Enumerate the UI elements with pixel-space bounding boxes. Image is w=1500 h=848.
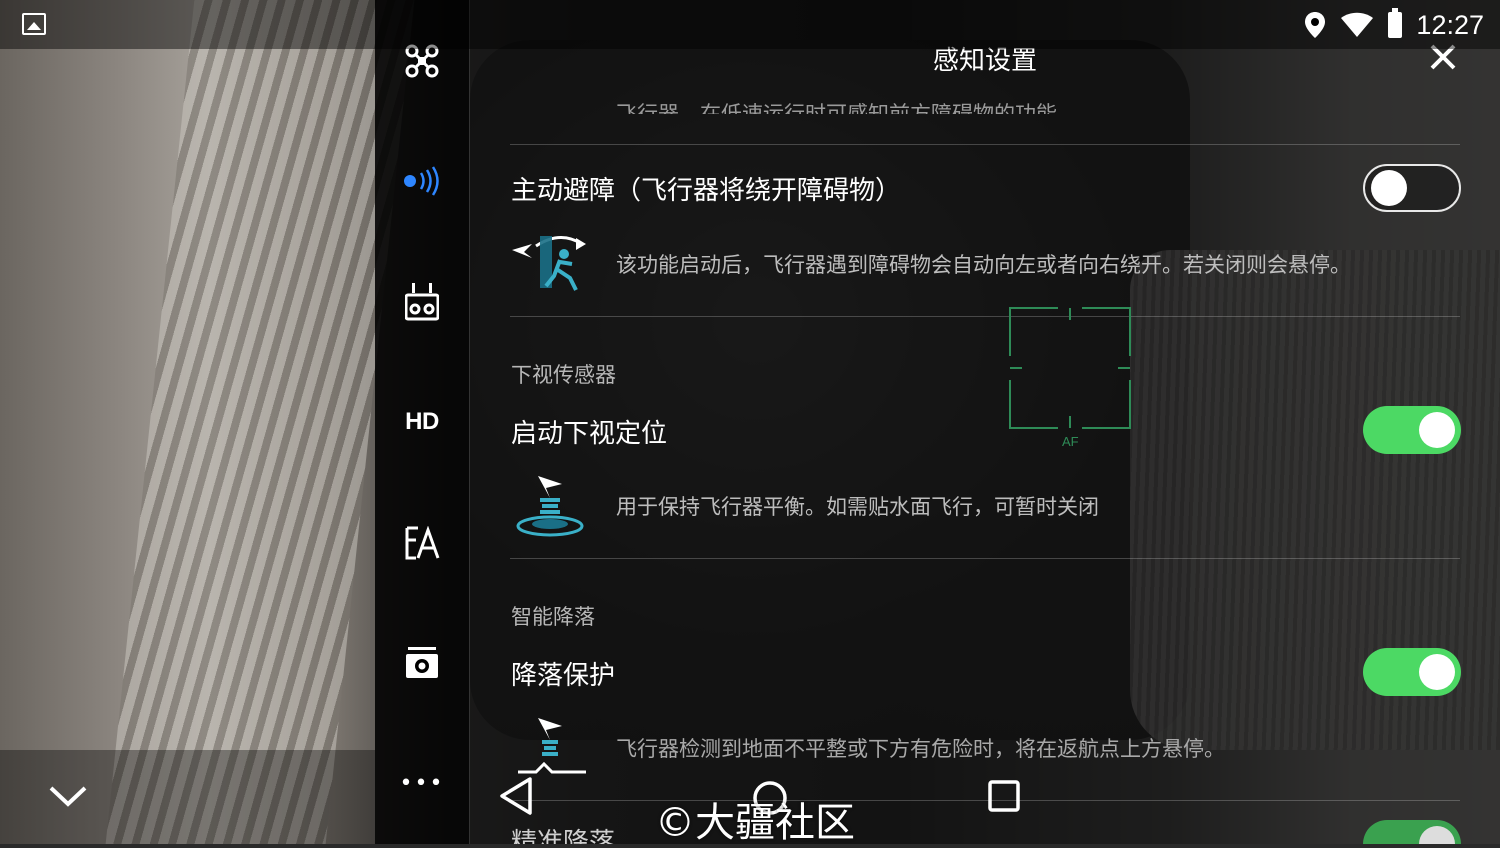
section-header-smart-landing: 智能降落: [511, 605, 595, 629]
toggle-knob: [1371, 170, 1407, 206]
precise-landing-toggle[interactable]: [1363, 820, 1461, 844]
landing-protection-toggle[interactable]: [1363, 648, 1461, 696]
previous-option-description: 飞行器，在低速运行时可感知前方障碍物的功能。: [616, 102, 1078, 114]
precise-landing-title: 精准降落: [511, 828, 616, 844]
sidebar-item-sensing[interactable]: [375, 151, 469, 211]
chevron-down-icon[interactable]: [48, 782, 88, 812]
battery-icon: [1388, 8, 1403, 38]
camera-icon: [406, 647, 438, 678]
landing-protection-icon: [518, 718, 586, 774]
divider: [510, 316, 1460, 317]
gimbal-icon: [405, 526, 440, 560]
divider: [510, 800, 1460, 801]
sidebar-item-remote-controller[interactable]: [375, 272, 469, 332]
obstacle-bypass-icon: [512, 236, 586, 291]
toggle-knob: [1419, 654, 1455, 690]
downward-vision-icon: [516, 476, 584, 537]
hd-transmission-label: HD: [405, 408, 439, 435]
sidebar-item-more[interactable]: •••: [375, 754, 469, 814]
gallery-icon[interactable]: [22, 13, 46, 35]
wifi-icon: [1341, 12, 1374, 37]
sensing-settings-panel: 感知设置 飞行器，在低速运行时可感知前方障碍物的功能。 主动避障（飞行器将绕开障…: [470, 0, 1500, 844]
toggle-knob: [1419, 826, 1455, 844]
divider: [510, 144, 1460, 145]
more-icon: •••: [399, 771, 445, 796]
downward-positioning-title: 启动下视定位: [511, 419, 668, 449]
sensing-radar-icon: [404, 166, 439, 196]
downward-positioning-toggle[interactable]: [1363, 406, 1461, 454]
location-pin-icon: [1305, 12, 1326, 38]
downward-positioning-description: 用于保持飞行器平衡。如需贴水面飞行，可暂时关闭: [616, 495, 1099, 519]
status-time: 12:27: [1416, 9, 1484, 40]
watermark: ©大疆社区: [655, 800, 855, 846]
background-fabric: [105, 0, 415, 844]
divider: [510, 558, 1460, 559]
obstacle-avoidance-description: 该功能启动后，飞行器遇到障碍物会自动向左或者向右绕开。若关闭则会悬停。: [616, 253, 1351, 277]
landing-protection-description: 飞行器检测到地面不平整或下方有危险时，将在返航点上方悬停。: [616, 737, 1225, 761]
sidebar-item-gimbal[interactable]: [375, 513, 469, 573]
landing-protection-title: 降落保护: [511, 661, 616, 691]
obstacle-avoidance-toggle[interactable]: [1363, 164, 1461, 212]
status-indicators: 12:27: [1304, 8, 1484, 42]
af-label: AF: [1062, 434, 1079, 449]
remote-controller-icon: [405, 283, 439, 321]
settings-sidebar: HD •••: [375, 0, 470, 844]
nav-recents-icon[interactable]: [988, 780, 1020, 812]
section-header-downward-sensor: 下视传感器: [511, 363, 616, 387]
toggle-knob: [1419, 412, 1455, 448]
obstacle-avoidance-title: 主动避障（飞行器将绕开障碍物）: [511, 176, 902, 206]
status-bar: 12:27: [0, 0, 1500, 49]
nav-back-icon[interactable]: [498, 776, 534, 816]
sidebar-item-hd[interactable]: HD: [375, 392, 469, 452]
sidebar-item-camera[interactable]: [375, 633, 469, 693]
